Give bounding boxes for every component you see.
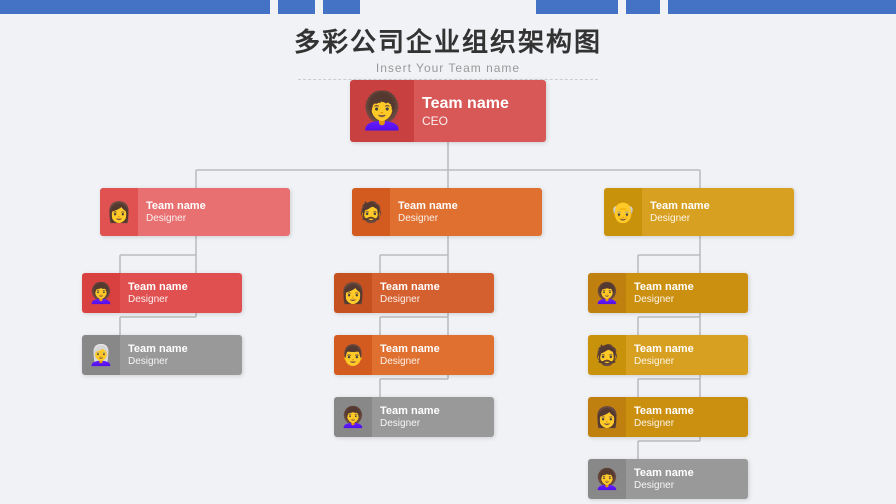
l2-left2-avatar: 👩‍🦳 (82, 335, 120, 375)
l1-mid-info: Team name Designer (390, 188, 542, 236)
l2-right1-avatar: 👩‍🦱 (588, 273, 626, 313)
l2-mid2-name: Team name (380, 343, 486, 355)
l1-mid-avatar: 🧔 (352, 188, 390, 236)
l2-right3-name: Team name (634, 405, 740, 417)
l2-left2-name: Team name (128, 343, 234, 355)
l1-right-info: Team name Designer (642, 188, 794, 236)
l1-right-avatar: 👴 (604, 188, 642, 236)
l1-right-node: 👴 Team name Designer (604, 188, 794, 236)
ceo-node: 👩‍🦱 Team name CEO (350, 80, 546, 142)
l2-mid2-role: Designer (380, 356, 486, 367)
l2-right2-role: Designer (634, 356, 740, 367)
l2-right1-role: Designer (634, 294, 740, 305)
ceo-name: Team name (422, 95, 538, 113)
l2-mid1-role: Designer (380, 294, 486, 305)
l2-right4-role: Designer (634, 480, 740, 491)
l2-mid1-info: Team name Designer (372, 273, 494, 313)
main-title: 多彩公司企业组织架构图 (0, 22, 896, 59)
l2-right2-avatar: 🧔 (588, 335, 626, 375)
ceo-role: CEO (422, 114, 538, 128)
l2-left2-node: 👩‍🦳 Team name Designer (82, 335, 242, 375)
l1-mid-role: Designer (398, 213, 534, 224)
l2-mid2-avatar: 👨 (334, 335, 372, 375)
l2-right2-info: Team name Designer (626, 335, 748, 375)
l2-left1-avatar: 👩‍🦱 (82, 273, 120, 313)
top-bar (0, 0, 896, 14)
l2-right4-node: 👩‍🦱 Team name Designer (588, 459, 748, 499)
l2-mid1-avatar: 👩 (334, 273, 372, 313)
l2-mid3-avatar: 👩‍🦱 (334, 397, 372, 437)
l2-mid2-node: 👨 Team name Designer (334, 335, 494, 375)
l1-right-role: Designer (650, 213, 786, 224)
l2-mid3-node: 👩‍🦱 Team name Designer (334, 397, 494, 437)
l2-right4-name: Team name (634, 467, 740, 479)
l2-left1-info: Team name Designer (120, 273, 242, 313)
l1-left-info: Team name Designer (138, 188, 290, 236)
l2-right3-info: Team name Designer (626, 397, 748, 437)
l2-right2-name: Team name (634, 343, 740, 355)
l1-mid-node: 🧔 Team name Designer (352, 188, 542, 236)
l2-mid1-node: 👩 Team name Designer (334, 273, 494, 313)
l2-mid2-info: Team name Designer (372, 335, 494, 375)
l2-left1-node: 👩‍🦱 Team name Designer (82, 273, 242, 313)
l2-mid3-info: Team name Designer (372, 397, 494, 437)
l2-right2-node: 🧔 Team name Designer (588, 335, 748, 375)
l2-left2-role: Designer (128, 356, 234, 367)
ceo-info: Team name CEO (414, 80, 546, 142)
l2-left2-info: Team name Designer (120, 335, 242, 375)
org-chart: 👩‍🦱 Team name CEO 👩 Team name Designer 🧔… (0, 80, 896, 504)
ceo-avatar: 👩‍🦱 (350, 80, 414, 142)
l2-right3-role: Designer (634, 418, 740, 429)
l2-right4-avatar: 👩‍🦱 (588, 459, 626, 499)
l1-left-node: 👩 Team name Designer (100, 188, 290, 236)
l2-right3-node: 👩 Team name Designer (588, 397, 748, 437)
l2-mid1-name: Team name (380, 281, 486, 293)
l2-right4-info: Team name Designer (626, 459, 748, 499)
title-area: 多彩公司企业组织架构图 Insert Your Team name (0, 14, 896, 80)
l2-right1-name: Team name (634, 281, 740, 293)
sub-title: Insert Your Team name (0, 61, 896, 75)
l1-right-name: Team name (650, 200, 786, 212)
l2-left1-name: Team name (128, 281, 234, 293)
l2-mid3-name: Team name (380, 405, 486, 417)
l2-mid3-role: Designer (380, 418, 486, 429)
l2-right3-avatar: 👩 (588, 397, 626, 437)
l1-left-role: Designer (146, 213, 282, 224)
l2-right1-node: 👩‍🦱 Team name Designer (588, 273, 748, 313)
l1-mid-name: Team name (398, 200, 534, 212)
l2-right1-info: Team name Designer (626, 273, 748, 313)
l2-left1-role: Designer (128, 294, 234, 305)
l1-left-avatar: 👩 (100, 188, 138, 236)
l1-left-name: Team name (146, 200, 282, 212)
